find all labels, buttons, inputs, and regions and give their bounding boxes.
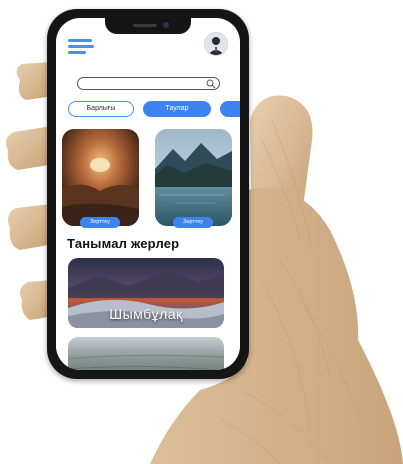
place-card-lake[interactable] xyxy=(155,129,232,226)
popular-place-shymbulak[interactable]: Шымбұлақ xyxy=(68,258,224,328)
popular-places-title: Танымал жерлер xyxy=(67,236,180,251)
mountain-lake-photo xyxy=(155,129,232,226)
tab-mountains[interactable]: Таулар xyxy=(143,101,211,117)
search-icon[interactable] xyxy=(206,79,216,89)
speaker-grille xyxy=(133,24,157,27)
category-tabs: Барлығы Таулар xyxy=(68,101,240,117)
explore-button-cave[interactable]: Зерттеу xyxy=(80,217,120,228)
camera-icon xyxy=(163,22,169,28)
popular-place-label: Шымбұлақ xyxy=(109,306,183,322)
place-card-cave[interactable] xyxy=(62,129,139,226)
user-avatar-icon xyxy=(205,33,227,55)
popular-place-aerial[interactable] xyxy=(68,337,224,370)
explore-button-lake[interactable]: Зерттеу xyxy=(173,217,213,228)
cave-photo xyxy=(62,129,139,226)
aerial-landscape-photo xyxy=(68,337,224,370)
tab-more[interactable] xyxy=(220,101,240,117)
avatar[interactable] xyxy=(204,32,228,56)
search-input[interactable] xyxy=(77,77,220,90)
phone-mockup: Барлығы Таулар Зерттеу Зерттеу Танымал ж… xyxy=(47,9,249,379)
menu-icon[interactable] xyxy=(68,37,94,57)
tab-all[interactable]: Барлығы xyxy=(68,101,134,117)
phone-notch xyxy=(105,18,191,34)
app-screen: Барлығы Таулар Зерттеу Зерттеу Танымал ж… xyxy=(56,18,240,370)
